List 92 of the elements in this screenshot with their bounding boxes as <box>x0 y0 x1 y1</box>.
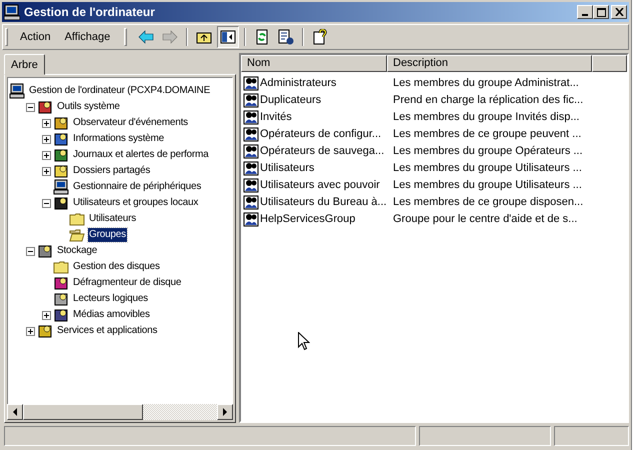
expand-toggle-icon[interactable] <box>42 166 51 176</box>
tree-item[interactable]: Lecteurs logiques <box>72 292 149 306</box>
group-name[interactable]: HelpServicesGroup <box>260 212 356 224</box>
right-arrow-icon <box>222 408 228 416</box>
mouse-cursor-icon <box>298 332 310 351</box>
window-title: Gestion de l'ordinateur <box>24 5 156 19</box>
folder-icon <box>53 259 69 275</box>
group-icon <box>243 210 259 226</box>
group-icon <box>243 194 259 210</box>
group-name[interactable]: Utilisateurs avec pouvoir <box>260 178 380 190</box>
tree-tab[interactable]: Arbre <box>4 54 45 75</box>
computer-icon <box>53 179 69 195</box>
column-header[interactable]: Description <box>387 55 592 72</box>
computer-icon <box>4 4 20 20</box>
tree-item[interactable]: Utilisateurs <box>88 212 138 226</box>
maximize-button[interactable] <box>593 5 609 19</box>
group-icon <box>243 92 259 108</box>
expand-toggle-icon[interactable] <box>42 198 51 208</box>
tree-item[interactable]: Médias amovibles <box>72 308 151 322</box>
expand-toggle-icon[interactable] <box>26 246 35 256</box>
group-icon <box>243 142 259 158</box>
menu-item[interactable]: Action <box>14 29 57 45</box>
tree-item[interactable]: Défragmenteur de disque <box>72 276 182 290</box>
tree-item[interactable]: Journaux et alertes de performa <box>72 148 210 162</box>
group-description: Les membres du groupe Opérateurs ... <box>392 144 583 156</box>
group-description: Les membres du groupe Utilisateurs ... <box>392 162 582 174</box>
column-header[interactable] <box>592 55 627 72</box>
group-description: Prend en charge la réplication des fic... <box>392 94 584 106</box>
group-name[interactable]: Utilisateurs du Bureau à... <box>260 196 387 208</box>
group-description: Les membres du groupe Administrat... <box>392 76 579 88</box>
snap-in-icon <box>53 291 69 307</box>
tree-item[interactable]: Dossiers partagés <box>72 164 152 178</box>
snap-in-icon <box>37 323 53 339</box>
tree-button[interactable] <box>217 26 240 48</box>
close-button[interactable] <box>611 5 627 19</box>
group-description: Groupe pour le centre d'aide et de s... <box>392 212 578 224</box>
group-name[interactable]: Opérateurs de sauvega... <box>260 144 384 156</box>
group-icon <box>243 176 259 192</box>
snap-in-icon <box>37 99 53 115</box>
tree-item[interactable]: Gestion de l'ordinateur (PCXP4.DOMAINE <box>28 84 212 98</box>
group-icon <box>243 126 259 142</box>
snap-in-icon <box>37 243 53 259</box>
tree-item[interactable]: Informations système <box>72 132 166 146</box>
maximize-icon <box>596 8 606 16</box>
expand-toggle-icon[interactable] <box>42 118 51 128</box>
menu-item[interactable]: Affichage <box>58 29 116 45</box>
tree-item[interactable]: Utilisateurs et groupes locaux <box>72 196 200 210</box>
snap-in-icon <box>53 307 69 323</box>
close-icon <box>614 8 624 16</box>
computer-icon <box>9 83 25 99</box>
group-description: Les membres du groupe Utilisateurs ... <box>392 178 582 190</box>
group-description: Les membres du groupe Invités disp... <box>392 110 580 122</box>
snap-in-icon <box>53 147 69 163</box>
expand-toggle-icon[interactable] <box>26 326 35 336</box>
tree-item[interactable]: Gestion des disques <box>72 260 161 274</box>
tree-item[interactable]: Stockage <box>56 244 98 258</box>
group-description: Les membres de ce groupe disposen... <box>392 196 584 208</box>
left-arrow-icon <box>12 408 18 416</box>
tree-item[interactable]: Groupes <box>88 228 127 242</box>
expand-toggle-icon[interactable] <box>42 150 51 160</box>
group-name[interactable]: Duplicateurs <box>260 94 322 106</box>
horizontal-scrollbar[interactable] <box>7 404 233 420</box>
back-icon <box>138 29 154 45</box>
group-description: Les membres de ce groupe peuvent ... <box>392 128 582 140</box>
group-name[interactable]: Utilisateurs <box>260 162 314 174</box>
expand-toggle-icon[interactable] <box>26 102 35 112</box>
tree-item[interactable]: Observateur d'événements <box>72 116 189 130</box>
expand-toggle-icon[interactable] <box>42 310 51 320</box>
snap-in-icon <box>53 163 69 179</box>
tree-icon <box>220 29 236 45</box>
snap-in-icon <box>53 131 69 147</box>
minimize-button[interactable] <box>577 5 593 19</box>
tree-item[interactable]: Outils système <box>56 100 121 114</box>
column-header[interactable]: Nom <box>241 55 387 72</box>
group-name[interactable]: Administrateurs <box>260 76 336 88</box>
group-name[interactable]: Invités <box>260 110 292 122</box>
folder-icon <box>69 211 85 227</box>
group-icon <box>243 108 259 124</box>
snap-in-icon <box>53 275 69 291</box>
export-icon <box>278 29 294 45</box>
snap-in-icon <box>53 115 69 131</box>
folder-icon <box>69 227 85 243</box>
help-icon <box>312 29 328 45</box>
expand-toggle-icon[interactable] <box>42 134 51 144</box>
refresh-icon <box>254 29 270 45</box>
tree-item[interactable]: Services et applications <box>56 324 158 338</box>
group-icon <box>243 74 259 90</box>
group-icon <box>243 160 259 176</box>
tree-item[interactable]: Gestionnaire de périphériques <box>72 180 202 194</box>
forward-icon <box>162 29 178 45</box>
group-name[interactable]: Opérateurs de configur... <box>260 128 382 140</box>
snap-in-icon <box>53 195 69 211</box>
